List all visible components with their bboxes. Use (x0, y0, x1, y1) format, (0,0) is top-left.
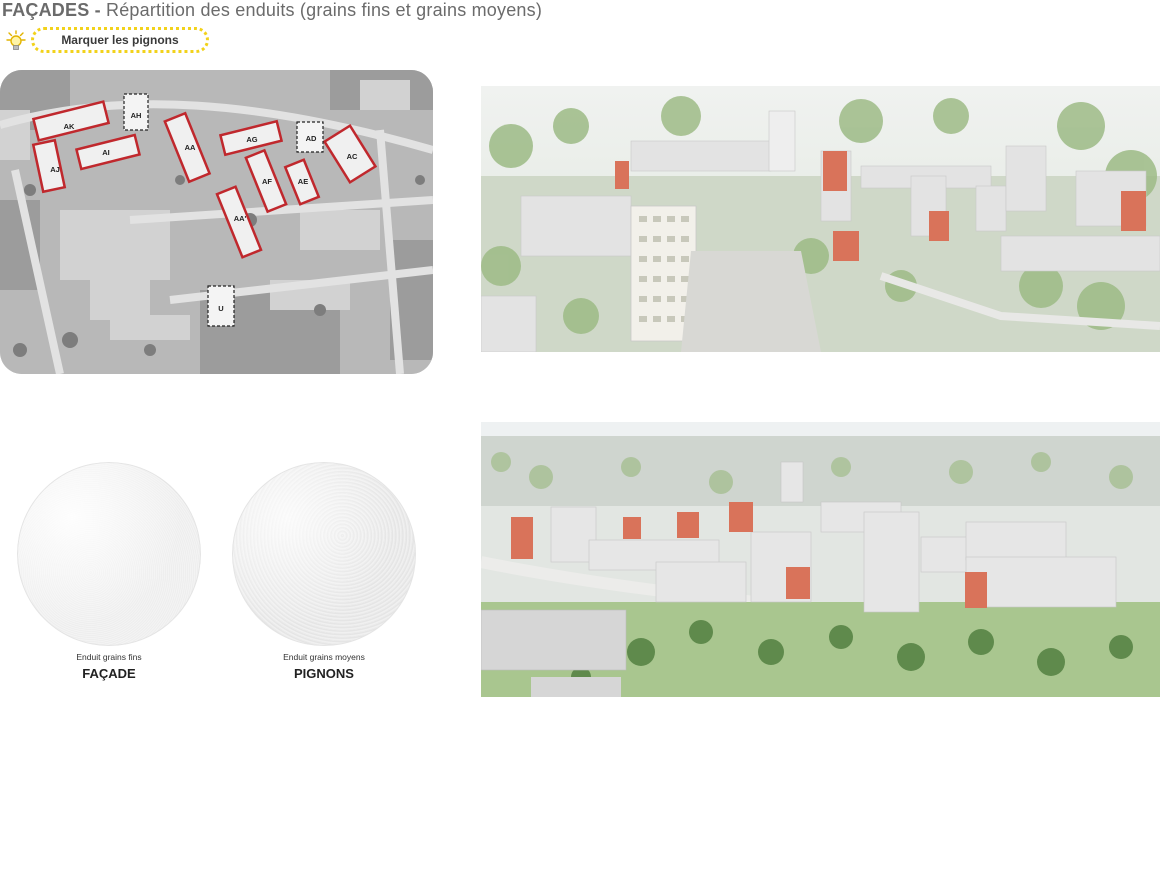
label-AC: AC (347, 152, 358, 161)
lightbulb-icon (4, 30, 30, 52)
title-bold: FAÇADES - (2, 0, 101, 20)
mark-gables-tag[interactable]: Marquer les pignons (31, 27, 209, 53)
medium-render-swatch (232, 462, 416, 646)
perspective-render-1 (481, 86, 1160, 352)
label-AH: AH (131, 111, 142, 120)
fine-render-swatch (17, 462, 201, 646)
fine-render-caption: Enduit grains fins (76, 652, 142, 662)
label-AI: AI (102, 148, 110, 157)
mark-gables-label: Marquer les pignons (61, 33, 179, 47)
label-AA: AA (185, 143, 196, 152)
facade-label: FAÇADE (82, 666, 136, 681)
gables-label: PIGNONS (294, 666, 354, 681)
label-AG: AG (246, 135, 257, 144)
perspective-render-2 (481, 422, 1160, 697)
label-AE: AE (298, 177, 308, 186)
label-AK: AK (64, 122, 75, 131)
label-AD: AD (306, 134, 317, 143)
label-AF: AF (262, 177, 272, 186)
page-title: FAÇADES - Répartition des enduits (grain… (2, 0, 542, 21)
title-rest: Répartition des enduits (grains fins et … (100, 0, 543, 20)
label-U: U (218, 304, 223, 313)
label-AJ: AJ (50, 165, 60, 174)
medium-render-caption: Enduit grains moyens (283, 652, 365, 662)
label-AA-prime: AA' (234, 214, 247, 223)
aerial-site-map: AK AH AJ AI AA AG AD AC AF AE AA' U (0, 70, 433, 374)
